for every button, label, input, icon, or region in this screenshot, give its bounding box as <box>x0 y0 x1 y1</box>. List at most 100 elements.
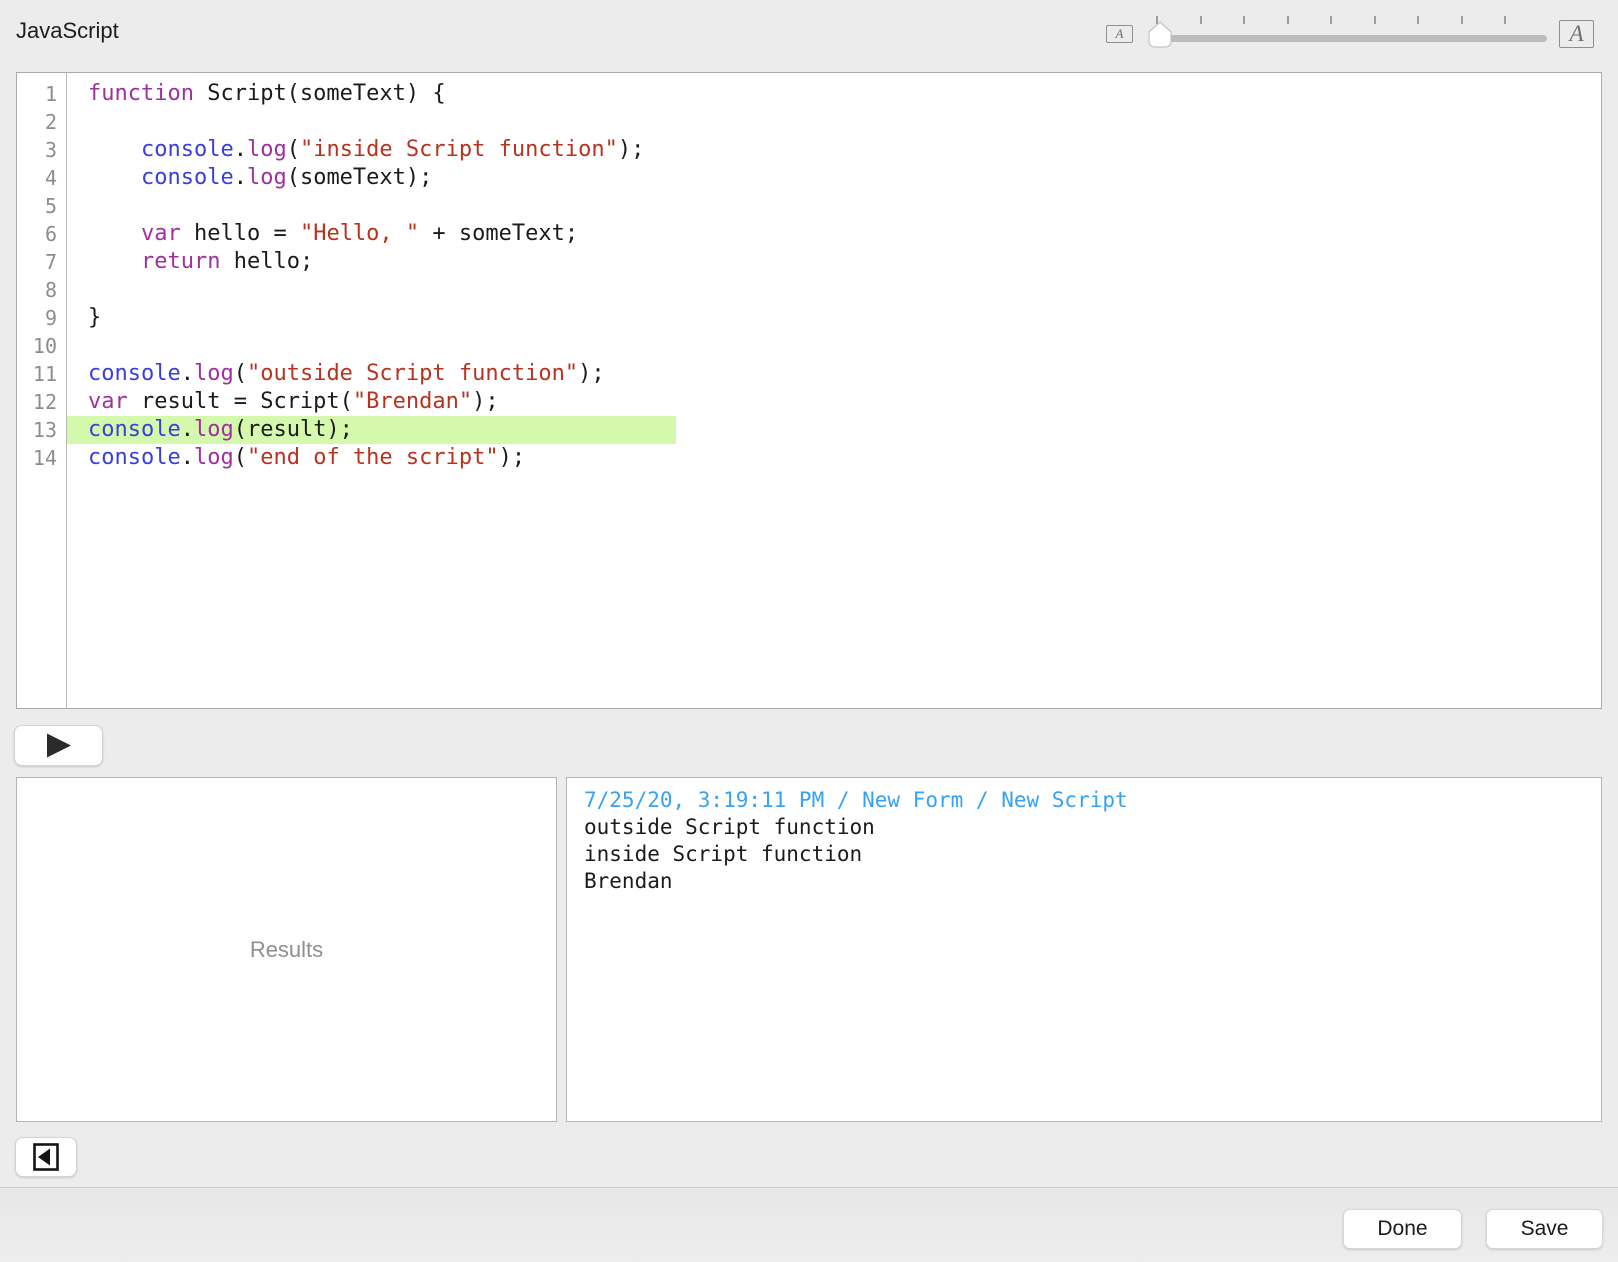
javascript-editor-dialog: JavaScript A A 1234567891011121314 funct… <box>0 0 1618 1262</box>
code-token-plain: . <box>234 137 247 162</box>
collapse-panel-button[interactable] <box>15 1137 77 1177</box>
slider-tick <box>1287 16 1289 24</box>
code-token-plain: ( <box>287 137 300 162</box>
code-token-plain: ( <box>234 445 247 470</box>
slider-tick <box>1374 16 1376 24</box>
code-token-string: "Hello, " <box>300 221 419 246</box>
page-title: JavaScript <box>16 18 119 44</box>
font-size-slider-track[interactable] <box>1154 35 1547 42</box>
code-line[interactable]: return hello; <box>88 248 1601 276</box>
line-number: 5 <box>17 192 66 220</box>
code-token-plain: . <box>181 417 194 442</box>
code-token-variable: console <box>141 137 234 162</box>
code-line[interactable] <box>88 276 1601 304</box>
save-button-label: Save <box>1521 1217 1569 1241</box>
line-number: 10 <box>17 332 66 360</box>
code-token-plain <box>88 221 141 246</box>
code-token-plain: + someText; <box>419 221 578 246</box>
code-token-plain: (someText); <box>287 165 433 190</box>
code-token-plain: hello = <box>181 221 300 246</box>
code-line[interactable]: console.log("end of the script"); <box>88 444 1601 472</box>
console-output-line: outside Script function <box>584 814 1601 841</box>
code-token-plain <box>88 137 141 162</box>
code-token-string: "Brendan" <box>353 389 472 414</box>
code-token-function: log <box>194 361 234 386</box>
line-number: 3 <box>17 136 66 164</box>
console-lines: outside Script functioninside Script fun… <box>584 814 1601 895</box>
code-token-plain <box>88 165 141 190</box>
code-line[interactable]: var hello = "Hello, " + someText; <box>88 220 1601 248</box>
code-line[interactable]: var result = Script("Brendan"); <box>88 388 1601 416</box>
code-token-variable: console <box>88 445 181 470</box>
font-size-slider-thumb[interactable] <box>1146 21 1174 48</box>
code-token-variable: console <box>88 417 181 442</box>
slider-tick <box>1330 16 1332 24</box>
slider-thumb-icon <box>1146 21 1174 48</box>
line-number: 2 <box>17 108 66 136</box>
code-token-function: log <box>194 445 234 470</box>
code-token-plain: Script(someText) { <box>194 81 446 106</box>
code-token-variable: console <box>141 165 234 190</box>
line-number: 11 <box>17 360 66 388</box>
code-token-plain: (result); <box>234 417 353 442</box>
console-header-line: 7/25/20, 3:19:11 PM / New Form / New Scr… <box>584 787 1601 814</box>
save-button[interactable]: Save <box>1486 1209 1603 1249</box>
line-number: 4 <box>17 164 66 192</box>
code-line[interactable] <box>88 108 1601 136</box>
code-line[interactable]: console.log("outside Script function"); <box>88 360 1601 388</box>
code-token-function: log <box>247 165 287 190</box>
code-token-keyword: return <box>141 249 220 274</box>
code-token-keyword: var <box>88 389 128 414</box>
run-script-button[interactable] <box>14 725 103 766</box>
code-token-plain: ); <box>472 389 499 414</box>
code-editor-container: 1234567891011121314 function Script(some… <box>16 72 1602 709</box>
slider-ticks <box>1156 16 1506 24</box>
line-number: 8 <box>17 276 66 304</box>
code-line[interactable]: console.log("inside Script function"); <box>88 136 1601 164</box>
console-output-line: inside Script function <box>584 841 1601 868</box>
code-line[interactable] <box>88 332 1601 360</box>
code-line[interactable]: function Script(someText) { <box>88 80 1601 108</box>
line-number: 12 <box>17 388 66 416</box>
code-line[interactable]: console.log(result); <box>67 416 1601 444</box>
code-token-function: log <box>194 417 234 442</box>
font-size-small-icon: A <box>1106 25 1133 43</box>
code-token-plain: result = Script( <box>128 389 353 414</box>
done-button-label: Done <box>1377 1217 1427 1241</box>
code-token-plain: ); <box>578 361 605 386</box>
slider-tick <box>1461 16 1463 24</box>
code-token-plain: ( <box>234 361 247 386</box>
slider-tick <box>1243 16 1245 24</box>
code-token-keyword: var <box>141 221 181 246</box>
done-button[interactable]: Done <box>1343 1209 1462 1249</box>
code-token-plain <box>88 249 141 274</box>
console-output-line: Brendan <box>584 868 1601 895</box>
code-token-plain: . <box>181 361 194 386</box>
line-number: 7 <box>17 248 66 276</box>
font-size-small-label: A <box>1116 26 1124 42</box>
code-editor[interactable]: function Script(someText) { console.log(… <box>67 73 1601 708</box>
code-token-keyword: function <box>88 81 194 106</box>
play-icon <box>46 733 72 758</box>
code-token-plain: . <box>234 165 247 190</box>
line-number: 9 <box>17 304 66 332</box>
code-token-function: log <box>247 137 287 162</box>
code-token-plain: . <box>181 445 194 470</box>
code-line[interactable] <box>88 192 1601 220</box>
font-size-large-icon: A <box>1559 20 1594 48</box>
line-number: 13 <box>17 416 66 444</box>
slider-tick <box>1504 16 1506 24</box>
results-panel: Results <box>16 777 557 1122</box>
code-line[interactable]: console.log(someText); <box>88 164 1601 192</box>
line-number: 1 <box>17 80 66 108</box>
code-line[interactable]: } <box>88 304 1601 332</box>
code-token-plain: } <box>88 305 101 330</box>
line-number-gutter: 1234567891011121314 <box>17 73 67 708</box>
slider-tick <box>1200 16 1202 24</box>
code-token-string: "inside Script function" <box>300 137 618 162</box>
slider-tick <box>1417 16 1419 24</box>
code-token-variable: console <box>88 361 181 386</box>
code-token-string: "end of the script" <box>247 445 499 470</box>
collapse-left-icon <box>33 1143 59 1171</box>
code-token-plain: ); <box>618 137 645 162</box>
